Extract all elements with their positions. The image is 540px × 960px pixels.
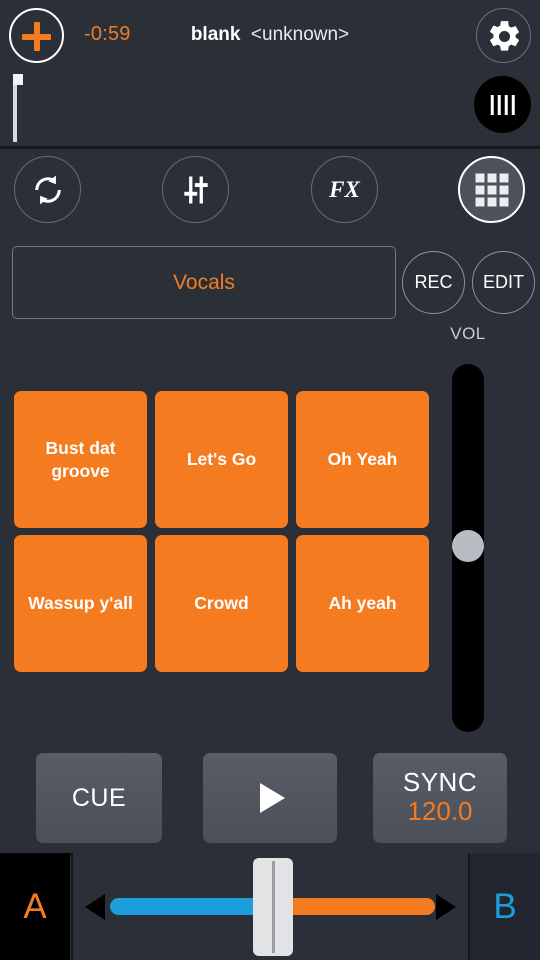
crossfader-track-area[interactable]	[71, 853, 470, 960]
deck-b-label[interactable]: B	[470, 853, 540, 960]
deck-a-label[interactable]: A	[0, 853, 70, 960]
sync-label: SYNC	[402, 767, 478, 798]
crossfader-thumb-seam	[271, 861, 275, 953]
eq-mode-button[interactable]	[162, 156, 229, 223]
sample-pad[interactable]: Crowd	[155, 535, 288, 672]
sync-button[interactable]: SYNC 120.0	[373, 753, 507, 843]
crossfader-thumb[interactable]	[253, 858, 293, 956]
dj-app-screen: -0:59 blank <unknown> FX Vocals REC EDIT…	[0, 0, 540, 960]
track-title-area: blank <unknown>	[0, 24, 540, 46]
loop-icon	[34, 175, 61, 204]
edit-button[interactable]: EDIT	[472, 251, 535, 314]
header: -0:59 blank <unknown>	[0, 0, 540, 149]
mode-toolbar: FX	[0, 149, 540, 237]
triangle-left-icon[interactable]	[85, 894, 105, 920]
beatgrid-bars-icon	[490, 94, 515, 115]
bpm-value: 120.0	[407, 795, 473, 826]
loop-mode-button[interactable]	[14, 156, 81, 223]
sample-pad[interactable]: Wassup y'all	[14, 535, 147, 672]
volume-slider-thumb[interactable]	[452, 530, 484, 562]
sample-pad[interactable]: Let's Go	[155, 391, 288, 528]
play-button[interactable]	[203, 753, 337, 843]
record-button[interactable]: REC	[402, 251, 465, 314]
sample-pad-grid: Bust dat groove Let's Go Oh Yeah Wassup …	[14, 391, 430, 672]
volume-label: VOL	[450, 324, 486, 343]
settings-button[interactable]	[476, 8, 531, 63]
cue-label: CUE	[71, 783, 127, 812]
triangle-right-icon[interactable]	[436, 894, 456, 920]
play-icon	[260, 783, 285, 813]
waveform-display[interactable]	[0, 72, 540, 146]
beatgrid-button[interactable]	[474, 76, 531, 133]
playhead-flag-icon	[13, 74, 23, 85]
grid-icon	[475, 173, 508, 206]
bank-name-field[interactable]: Vocals	[12, 246, 396, 319]
track-title: blank	[190, 24, 241, 45]
fx-label: FX	[329, 176, 360, 202]
track-artist: <unknown>	[250, 24, 350, 45]
pads-mode-button[interactable]	[458, 156, 525, 223]
header-top-row: -0:59 blank <unknown>	[0, 0, 540, 72]
sample-pad[interactable]: Ah yeah	[296, 535, 429, 672]
sample-pad[interactable]: Bust dat groove	[14, 391, 147, 528]
crossfader-bar-left	[110, 898, 273, 915]
transport-controls: CUE SYNC 120.0	[0, 753, 540, 852]
fx-mode-button[interactable]: FX	[311, 156, 378, 223]
gear-icon	[490, 21, 519, 51]
sample-pad[interactable]: Oh Yeah	[296, 391, 429, 528]
eq-sliders-icon	[183, 176, 208, 203]
bank-row: Vocals REC EDIT	[0, 246, 540, 320]
cue-button[interactable]: CUE	[36, 753, 162, 843]
crossfader-bar-right	[272, 898, 435, 915]
crossfader: A B	[0, 853, 540, 960]
